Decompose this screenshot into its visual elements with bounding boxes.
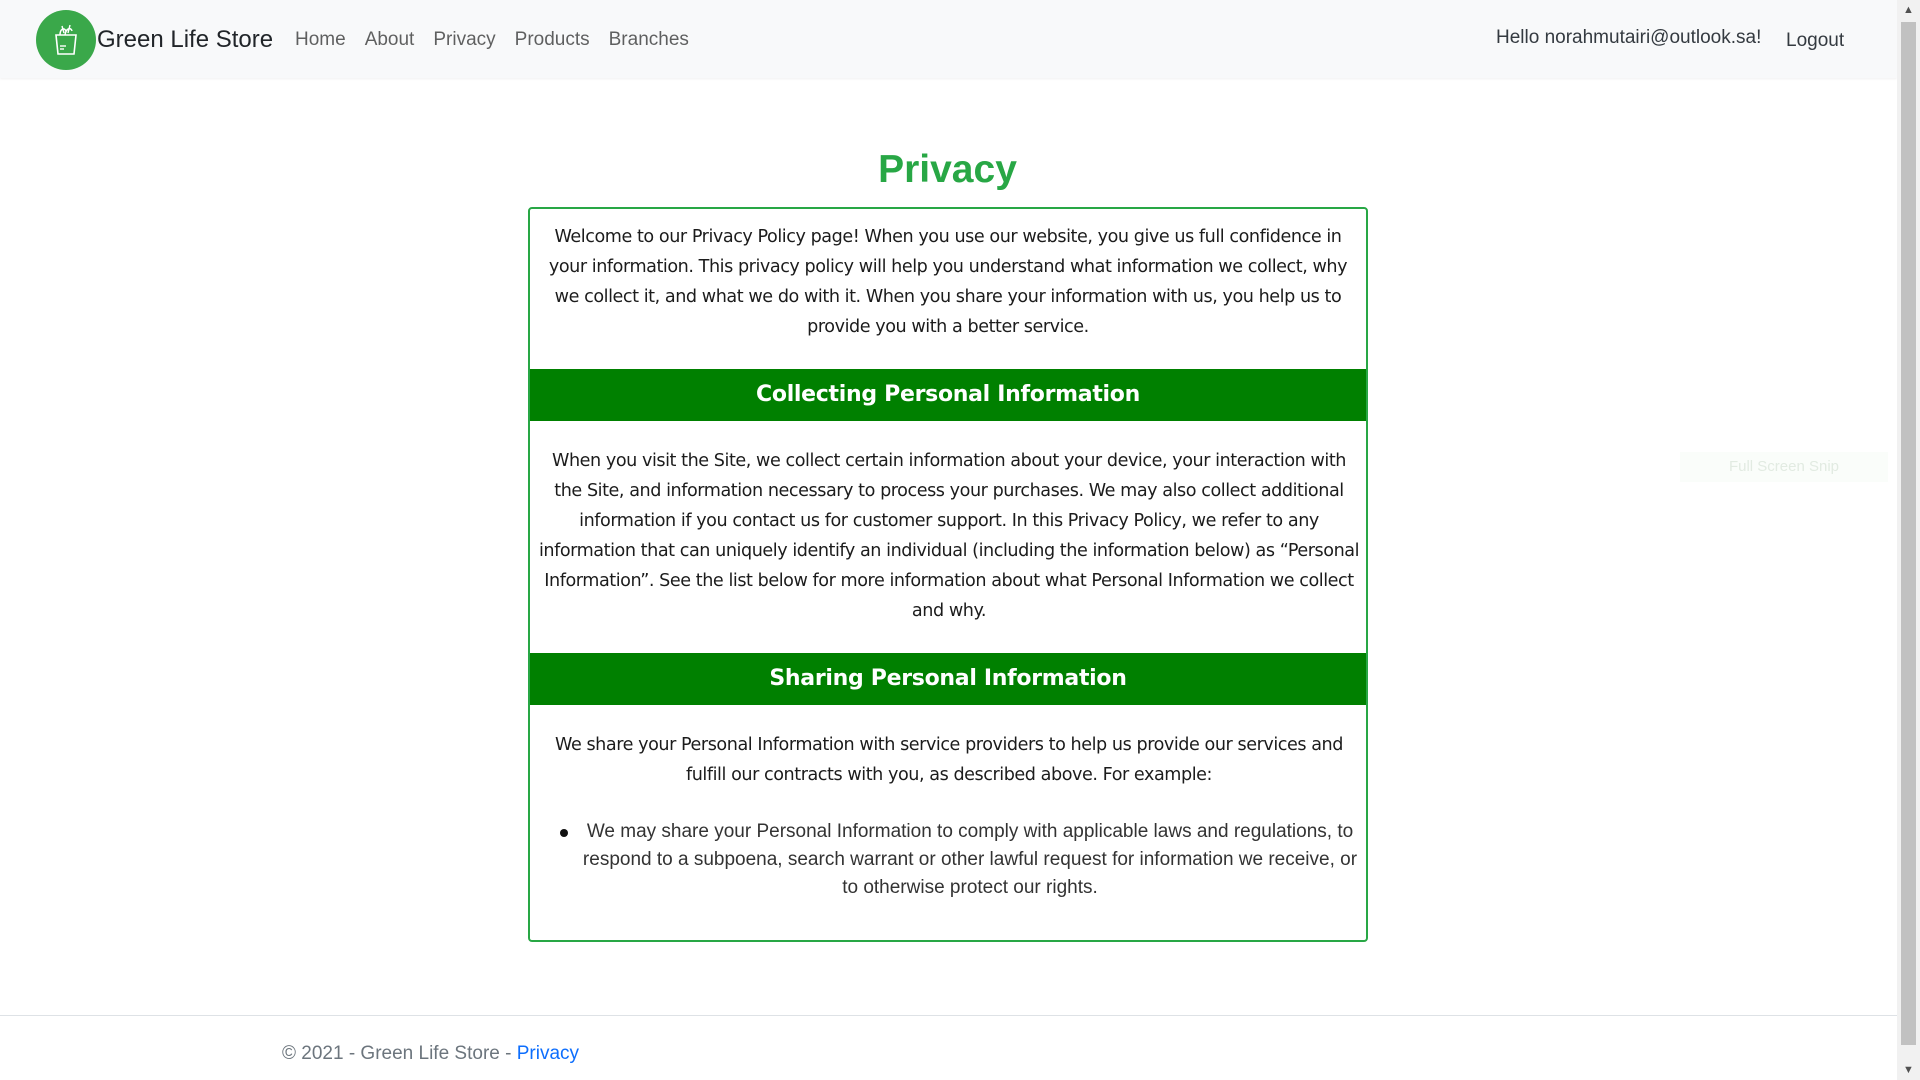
grocery-bag-icon [55, 24, 77, 55]
footer-copyright: © 2021 - Green Life Store - [282, 1043, 517, 1064]
user-greeting[interactable]: Hello norahmutairi@outlook.sa! [1496, 27, 1761, 49]
store-logo[interactable] [36, 10, 96, 70]
main-nav: Home About Privacy Products Branches [287, 29, 698, 51]
nav-branches[interactable]: Branches [599, 29, 698, 51]
sharing-bullet-list: We may share your Personal Information t… [560, 818, 1360, 902]
section-text-collecting: When you visit the Site, we collect cert… [538, 451, 1360, 621]
intro-text: Welcome to our Privacy Policy page! When… [548, 227, 1348, 337]
nav-products[interactable]: Products [505, 29, 599, 51]
top-navbar: Green Life Store Home About Privacy Prod… [0, 0, 1897, 78]
footer-privacy-link[interactable]: Privacy [517, 1043, 579, 1064]
vertical-scrollbar[interactable]: ▲ ▼ [1897, 0, 1920, 1080]
scrollbar-thumb[interactable] [1901, 22, 1916, 1045]
list-item: We may share your Personal Information t… [560, 818, 1360, 902]
page-title: Privacy [878, 148, 1017, 191]
privacy-card: Welcome to our Privacy Policy page! When… [528, 207, 1368, 942]
footer-divider [0, 1015, 1897, 1016]
nav-about[interactable]: About [355, 29, 424, 51]
scroll-up-arrow-icon[interactable]: ▲ [1897, 0, 1920, 20]
nav-home[interactable]: Home [287, 29, 355, 51]
logout-button[interactable]: Logout [1786, 30, 1844, 52]
section-text-sharing: We share your Personal Information with … [555, 735, 1343, 785]
screen-snip-overlay[interactable]: Full Screen Snip [1680, 452, 1888, 482]
scroll-down-arrow-icon[interactable]: ▼ [1897, 1060, 1920, 1080]
brand-name[interactable]: Green Life Store [97, 26, 273, 54]
page-footer: © 2021 - Green Life Store - Privacy [282, 1043, 579, 1065]
section-heading-sharing: Sharing Personal Information [530, 653, 1366, 705]
nav-privacy[interactable]: Privacy [424, 29, 505, 51]
section-heading-collecting: Collecting Personal Information [530, 369, 1366, 421]
